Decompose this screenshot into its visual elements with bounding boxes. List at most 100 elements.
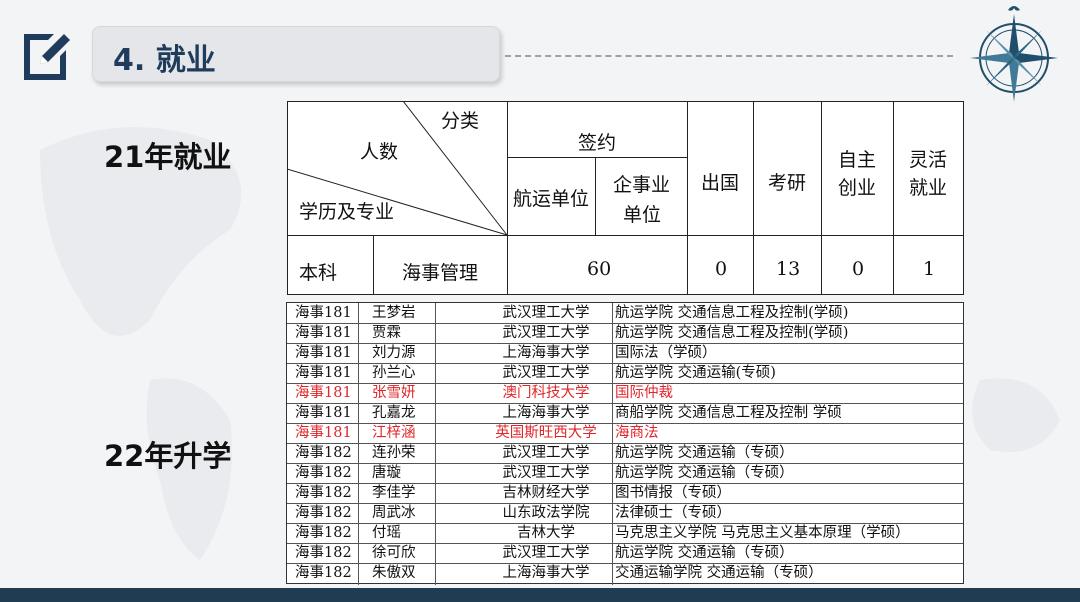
table-row: 海事182 周武冰 山东政法学院 法律硕士（专硕） — [287, 503, 963, 524]
degree-cell: 本科 — [299, 262, 338, 284]
program-cell: 法律硕士（专硕） — [615, 505, 731, 521]
class-cell: 海事181 — [295, 405, 352, 421]
name-cell: 付瑶 — [372, 525, 401, 541]
university-cell: 英国斯旺西大学 — [495, 425, 597, 441]
flexible-header-line2: 就业 — [909, 177, 948, 199]
compass-rose-icon — [970, 6, 1058, 102]
table-row: 海事181 贾霖 武汉理工大学 航运学院 交通信息工程及控制(学硕) — [287, 323, 963, 344]
program-cell: 航运学院 交通信息工程及控制(学硕) — [615, 305, 849, 321]
name-cell: 刘力源 — [372, 345, 416, 361]
program-cell: 航运学院 交通运输（专硕） — [615, 545, 794, 561]
bottom-bar — [0, 588, 1080, 602]
enterprise-unit-header-line2: 单位 — [623, 204, 662, 226]
program-cell: 航运学院 交通运输（专硕） — [615, 465, 794, 481]
name-cell: 张雪妍 — [372, 385, 416, 401]
name-cell: 朱傲双 — [372, 565, 416, 581]
program-cell: 航运学院 交通运输（专硕） — [615, 445, 794, 461]
class-cell: 海事182 — [295, 505, 352, 521]
university-cell: 吉林财经大学 — [502, 485, 590, 501]
name-cell: 连孙荣 — [372, 445, 416, 461]
class-cell: 海事182 — [295, 465, 352, 481]
class-cell: 海事181 — [295, 425, 352, 441]
self-employed-header-line1: 自主 — [838, 149, 877, 171]
name-cell: 周武冰 — [372, 505, 416, 521]
name-cell: 徐可欣 — [372, 545, 416, 561]
table-row: 海事182 连孙荣 武汉理工大学 航运学院 交通运输（专硕） — [287, 443, 963, 464]
program-cell: 国际法（学硕） — [615, 345, 717, 361]
class-cell: 海事182 — [295, 525, 352, 541]
program-cell: 航运学院 交通运输(专硕) — [615, 365, 776, 381]
class-cell: 海事182 — [295, 565, 352, 581]
class-cell: 海事182 — [295, 445, 352, 461]
class-cell: 海事181 — [295, 305, 352, 321]
flexible-value: 1 — [923, 258, 936, 280]
university-cell: 武汉理工大学 — [502, 325, 590, 341]
program-cell: 商船学院 交通信息工程及控制 学硕 — [615, 405, 842, 421]
postgrad-header: 考研 — [768, 172, 807, 194]
enterprise-unit-header-line1: 企事业 — [613, 174, 671, 196]
university-cell: 澳门科技大学 — [502, 385, 590, 401]
self-employed-header-line2: 创业 — [838, 177, 877, 199]
program-cell: 交通运输学院 交通运输（专硕） — [615, 565, 823, 581]
table-row: 海事181 孔嘉龙 上海海事大学 商船学院 交通信息工程及控制 学硕 — [287, 403, 963, 424]
corner-category-label: 分类 — [441, 110, 480, 132]
program-cell: 马克思主义学院 马克思主义基本原理（学硕） — [615, 525, 910, 541]
table-row: 海事182 付瑶 吉林大学 马克思主义学院 马克思主义基本原理（学硕） — [287, 523, 963, 544]
major-cell: 海事管理 — [402, 262, 479, 284]
class-cell: 海事181 — [295, 325, 352, 341]
class-cell: 海事181 — [295, 365, 352, 381]
name-cell: 王梦岩 — [372, 305, 416, 321]
abroad-value: 0 — [715, 258, 728, 280]
further-study-table: 海事181 王梦岩 武汉理工大学 航运学院 交通信息工程及控制(学硕) 海事181 贾霖武… — [286, 302, 964, 585]
table-row: 海事181 张雪妍 澳门科技大学 国际仲裁 — [287, 383, 963, 404]
name-cell: 江梓涵 — [372, 425, 416, 441]
university-cell: 上海海事大学 — [502, 345, 590, 361]
employment-table: 分类 人数 学历及专业 签约 航运单位 企事业 单位 出国 考研 自主 创业 灵… — [287, 101, 964, 295]
class-cell: 海事181 — [295, 385, 352, 401]
signed-value: 60 — [587, 258, 612, 280]
title-divider — [505, 55, 953, 57]
university-cell: 武汉理工大学 — [502, 305, 590, 321]
class-cell: 海事181 — [295, 345, 352, 361]
table-row: 海事182 唐璇 武汉理工大学 航运学院 交通运输（专硕） — [287, 463, 963, 484]
university-cell: 山东政法学院 — [502, 505, 590, 521]
table-row: 海事181 刘力源 上海海事大学 国际法（学硕） — [287, 343, 963, 364]
corner-degree-major-label: 学历及专业 — [299, 201, 395, 223]
class-cell: 海事182 — [295, 545, 352, 561]
postgrad-value: 13 — [776, 258, 801, 280]
university-cell: 吉林大学 — [517, 525, 575, 541]
university-cell: 上海海事大学 — [502, 565, 590, 581]
signed-header: 签约 — [578, 132, 617, 154]
university-cell: 武汉理工大学 — [502, 445, 590, 461]
university-cell: 武汉理工大学 — [502, 365, 590, 381]
page-title: 4. 就业 — [113, 43, 216, 78]
title-box: 4. 就业 — [92, 26, 500, 82]
university-cell: 武汉理工大学 — [502, 465, 590, 481]
university-cell: 上海海事大学 — [502, 405, 590, 421]
table-row: 海事181 王梦岩 武汉理工大学 航运学院 交通信息工程及控制(学硕) — [287, 303, 963, 324]
self-employed-value: 0 — [852, 258, 865, 280]
shipping-unit-header: 航运单位 — [513, 188, 590, 210]
table-row: 海事182 朱傲双 上海海事大学 交通运输学院 交通运输（专硕） — [287, 563, 963, 583]
name-cell: 孙兰心 — [372, 365, 416, 381]
name-cell: 贾霖 — [372, 325, 401, 341]
flexible-header-line1: 灵活 — [909, 149, 948, 171]
corner-count-label: 人数 — [360, 141, 399, 163]
name-cell: 孔嘉龙 — [372, 405, 416, 421]
name-cell: 李佳学 — [372, 485, 416, 501]
class-cell: 海事182 — [295, 485, 352, 501]
table-row: 海事182 李佳学 吉林财经大学 图书情报（专硕） — [287, 483, 963, 504]
further-study-section-label: 22年升学 — [104, 439, 232, 473]
employment-section-label: 21年就业 — [104, 140, 232, 174]
program-cell: 海商法 — [615, 425, 659, 441]
name-cell: 唐璇 — [372, 465, 401, 481]
table-row: 海事182 徐可欣 武汉理工大学 航运学院 交通运输（专硕） — [287, 543, 963, 564]
program-cell: 航运学院 交通信息工程及控制(学硕) — [615, 325, 849, 341]
program-cell: 国际仲裁 — [615, 385, 673, 401]
table-row: 海事181 江梓涵 英国斯旺西大学 海商法 — [287, 423, 963, 444]
university-cell: 武汉理工大学 — [502, 545, 590, 561]
edit-document-icon — [24, 34, 70, 80]
table-row: 海事181 孙兰心 武汉理工大学 航运学院 交通运输(专硕) — [287, 363, 963, 384]
abroad-header: 出国 — [701, 172, 740, 194]
program-cell: 图书情报（专硕） — [615, 485, 731, 501]
